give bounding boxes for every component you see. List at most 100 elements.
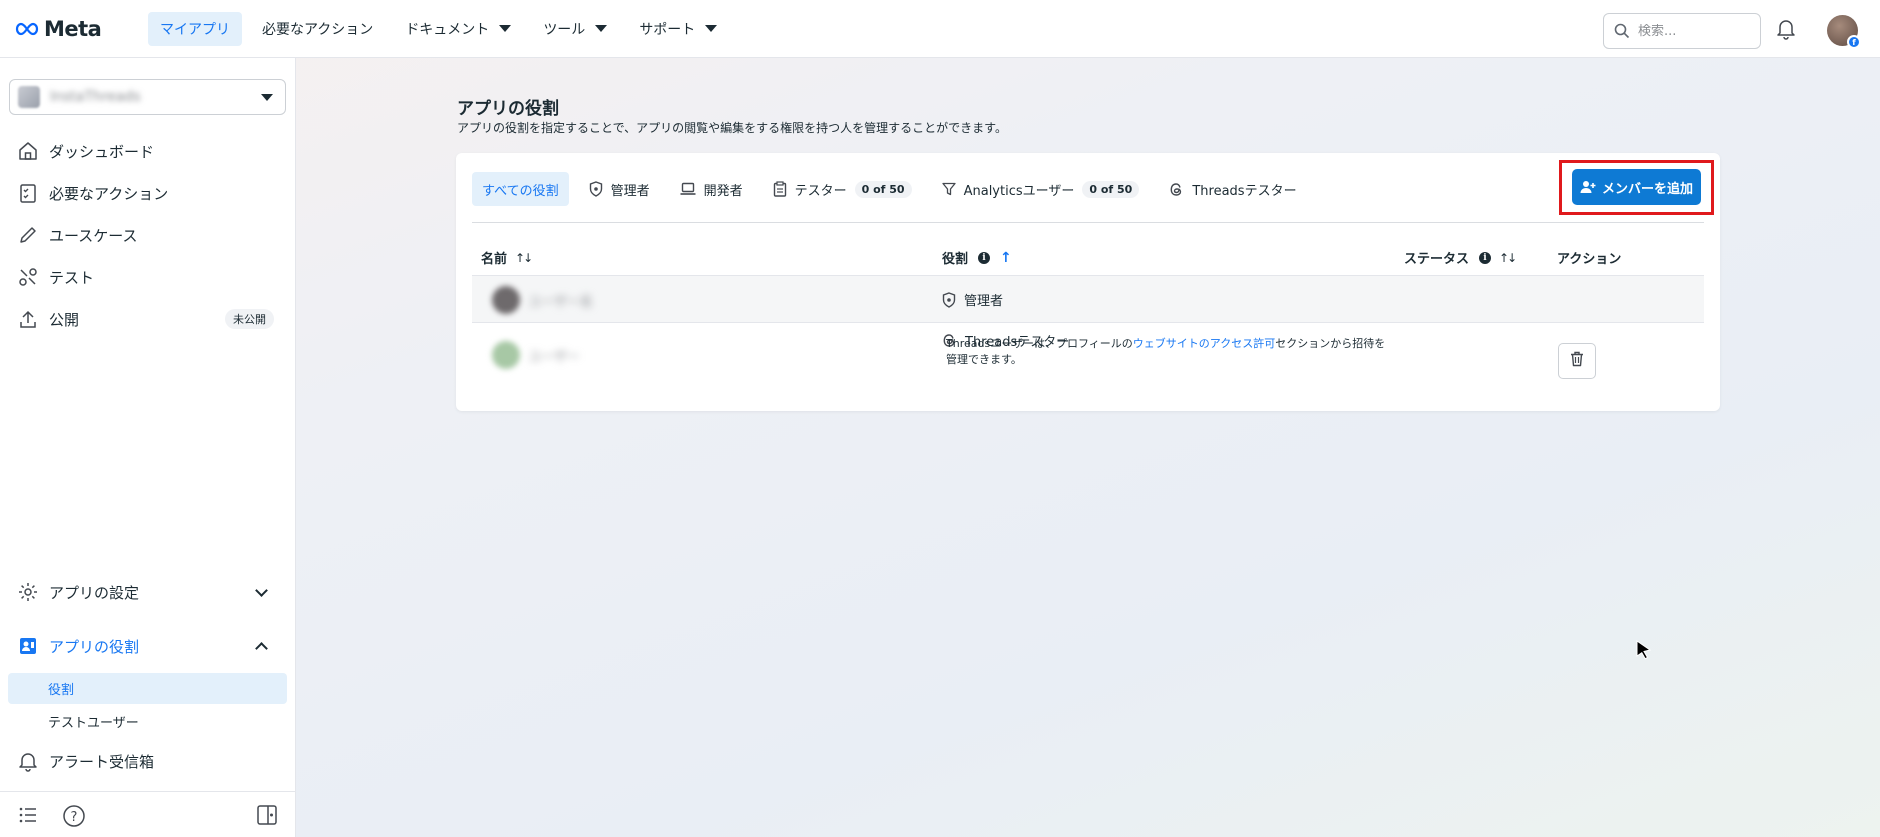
nav-tools[interactable]: ツール [531,12,619,46]
notifications-bell-icon[interactable] [1776,18,1796,44]
unpublished-badge: 未公開 [225,309,274,329]
tab-label: すべての役割 [482,183,559,199]
avatar [492,341,520,369]
facebook-badge-icon: f [1847,35,1861,49]
tab-all-roles[interactable]: すべての役割 [472,172,569,206]
sort-icon: ↑↓ [515,250,533,265]
tab-threads-tester[interactable]: Threadsテスター [1159,172,1306,206]
tab-tester[interactable]: テスター 0 of 50 [763,172,922,206]
add-member-button[interactable]: メンバーを追加 [1572,169,1701,205]
sidebar-item-label: 必要なアクション [49,184,169,203]
nav-support-label: サポート [639,21,696,38]
bell-icon [15,748,41,774]
tab-analytics-user[interactable]: Analyticsユーザー 0 of 50 [932,172,1150,206]
info-icon[interactable]: i [978,251,991,264]
nav-docs[interactable]: ドキュメント [393,12,523,46]
divider [472,222,1704,223]
help-icon[interactable]: ? [62,804,86,832]
tab-label: Analyticsユーザー [963,183,1075,199]
tab-label: 開発者 [703,183,743,199]
add-member-label: メンバーを追加 [1601,181,1693,197]
role-description: Threadsユーザーは、プロフィールのウェブサイトのアクセス許可セクションから… [946,336,1386,368]
search-input[interactable] [1638,23,1748,39]
sidebar-item-label: 公開 [49,310,80,329]
column-header-name[interactable]: 名前 ↑↓ [481,248,533,268]
nav-my-apps[interactable]: マイアプリ [148,11,242,46]
caret-down-icon [595,25,608,32]
mouse-cursor-icon [1635,639,1653,665]
delete-member-button[interactable] [1558,343,1596,379]
main-nav: マイアプリ 必要なアクション ドキュメント ツール サポート [148,11,737,46]
tester-count-badge: 0 of 50 [854,180,912,198]
sidebar-subitem-test-users[interactable]: テストユーザー [8,706,287,737]
app-selector[interactable]: InstaThreads [9,79,286,115]
nav-required-actions[interactable]: 必要なアクション [250,12,385,46]
caret-down-icon [705,25,718,32]
website-permissions-link[interactable]: ウェブサイトのアクセス許可 [1133,337,1275,350]
pencil-icon [15,222,41,248]
upload-icon [15,306,41,332]
table-row: ユーザー名 管理者 [472,275,1704,323]
sidebar-item-label: ダッシュボード [49,142,155,161]
sort-ascending-icon: ↑ [1000,249,1012,266]
laptop-icon [680,182,696,196]
tab-developer[interactable]: 開発者 [670,172,753,206]
info-icon[interactable]: i [1479,251,1492,264]
sidebar-item-test[interactable]: テスト [10,259,286,295]
nav-required-actions-label: 必要なアクション [262,21,374,38]
nav-support[interactable]: サポート [627,12,729,46]
page-description: アプリの役割を指定することで、アプリの閲覧や編集をする権限を持つ人を管理すること… [457,121,1007,135]
nav-tools-label: ツール [543,21,586,38]
caret-down-icon [261,94,273,101]
sidebar-item-alerts[interactable]: アラート受信箱 [10,743,286,779]
chevron-up-icon [255,642,268,655]
tab-admin[interactable]: 管理者 [579,172,660,206]
shield-icon [942,291,956,308]
tab-label: テスター [794,183,847,199]
filter-icon [941,182,956,196]
role-cell: 管理者 [942,290,1003,309]
nav-docs-label: ドキュメント [405,21,490,38]
sidebar-item-label: アラート受信箱 [49,752,155,771]
tab-label: Threadsテスター [1192,183,1297,199]
sidebar-item-app-settings[interactable]: アプリの設定 [10,574,286,610]
avatar [492,286,520,314]
column-label: 役割 [942,252,969,267]
sidebar-item-label: テスト [49,268,95,287]
sidebar-subitem-roles[interactable]: 役割 [8,673,287,704]
meta-logo[interactable]: Meta [14,17,124,41]
trash-icon [1570,351,1584,371]
column-header-role[interactable]: 役割 i ↑ [942,248,1012,268]
checklist-icon [15,180,41,206]
sidebar-subitem-label: 役割 [48,683,75,698]
user-avatar[interactable]: f [1827,15,1861,49]
role-label: 管理者 [964,294,1004,309]
sidebar-footer: ? [0,791,296,837]
home-icon [15,138,41,164]
sidebar-item-required-actions[interactable]: 必要なアクション [10,175,286,211]
role-tabs: すべての役割 管理者 開発者 テスター 0 of 50 Analyticsユーザ… [472,171,1317,207]
meta-infinity-icon [15,22,39,35]
sidebar-item-label: アプリの設定 [49,583,140,602]
column-header-action: アクション [1557,248,1621,267]
gear-icon [15,579,41,605]
sidebar-item-label: ユースケース [49,226,138,245]
tools-icon [15,264,41,290]
sidebar-subitem-label: テストユーザー [48,716,139,731]
list-icon[interactable] [18,805,38,829]
sidebar-item-dashboard[interactable]: ダッシュボード [10,133,286,169]
svg-text:?: ? [71,810,78,825]
sidebar-item-use-cases[interactable]: ユースケース [10,217,286,253]
nav-my-apps-label: マイアプリ [160,21,230,38]
column-header-status[interactable]: ステータス i ↑↓ [1404,248,1517,268]
sidebar-item-publish[interactable]: 公開 未公開 [10,301,286,337]
threads-icon [1169,182,1184,197]
sidebar-item-app-roles[interactable]: アプリの役割 [10,628,286,664]
column-label: 名前 [481,252,508,267]
column-label: ステータス [1404,252,1470,267]
search-box[interactable] [1603,13,1761,49]
app-name: InstaThreads [50,89,141,105]
collapse-sidebar-icon[interactable] [256,804,278,830]
page-title: アプリの役割 [457,99,559,119]
app-icon [18,86,40,108]
